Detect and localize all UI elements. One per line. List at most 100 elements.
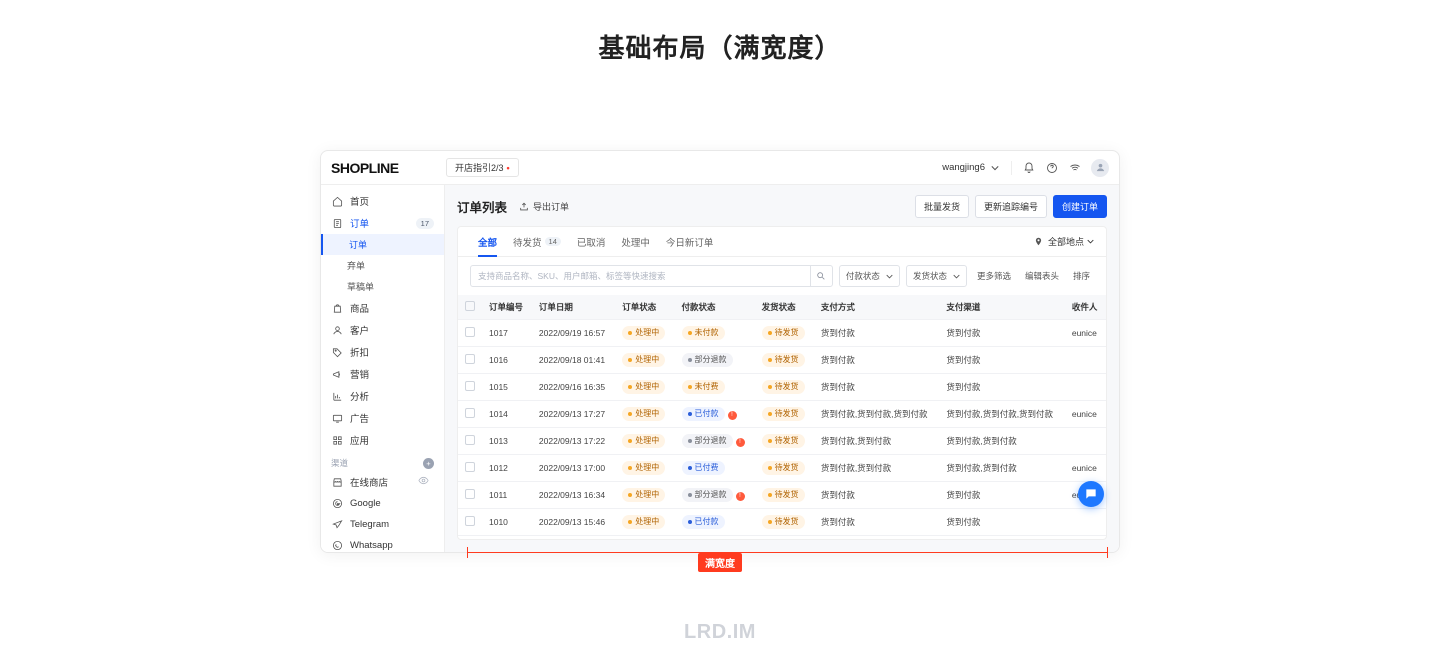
sidebar-item-customers[interactable]: 客户	[321, 319, 444, 341]
row-checkbox[interactable]	[465, 435, 475, 445]
row-checkbox[interactable]	[465, 381, 475, 391]
sidebar-item-home[interactable]: 首页	[321, 190, 444, 212]
main-title: 订单列表	[457, 197, 507, 216]
location-label: 全部地点	[1048, 235, 1084, 248]
eye-icon[interactable]	[413, 475, 434, 489]
edit-header[interactable]: 编辑表头	[1021, 270, 1063, 282]
bell-icon[interactable]	[1022, 161, 1035, 174]
bulk-ship-button[interactable]: 批量发货	[915, 195, 969, 218]
table-wrap[interactable]: 订单编号订单日期订单状态付款状态发货状态支付方式支付渠道收件人 10172022…	[458, 295, 1106, 539]
sidebar-section-label: 渠道+	[321, 451, 444, 471]
row-checkbox[interactable]	[465, 408, 475, 418]
add-channel-icon[interactable]: +	[423, 458, 434, 469]
export-orders[interactable]: 导出订单	[517, 200, 569, 213]
user-name: wangjing6	[942, 162, 985, 173]
status-chip: 待发货	[762, 515, 805, 529]
status-chip: 部分退款	[682, 434, 733, 448]
table-row[interactable]: 10132022/09/13 17:22处理中部分退款!待发货货到付款,货到付款…	[458, 428, 1106, 455]
sidebar-item-label: 广告	[350, 411, 369, 425]
sidebar-item-label: 弃单	[347, 259, 365, 272]
header-actions: 批量发货 更新追踪编号 创建订单	[915, 195, 1107, 218]
cell-order-id: 1010	[482, 509, 532, 536]
tab-处理中[interactable]: 处理中	[613, 227, 658, 256]
cell-ship-status: 待发货	[755, 374, 814, 401]
select-all-checkbox[interactable]	[465, 301, 475, 311]
tab-已取消[interactable]: 已取消	[569, 227, 614, 256]
sidebar-channel-google[interactable]: Google	[321, 493, 444, 514]
status-chip: 处理中	[622, 380, 665, 394]
sidebar-item-ads[interactable]: 广告	[321, 407, 444, 429]
cell-ship-status: 待发货	[755, 428, 814, 455]
cell-recipient: eunice	[1065, 320, 1106, 347]
warn-icon: !	[728, 411, 737, 420]
sidebar-item-sub-orders[interactable]: 订单	[321, 234, 444, 255]
chat-bubble[interactable]	[1078, 481, 1104, 507]
tab-label: 处理中	[621, 235, 650, 249]
chevron-down-icon	[1087, 237, 1094, 247]
avatar[interactable]	[1091, 159, 1109, 177]
sidebar-item-analytics[interactable]: 分析	[321, 385, 444, 407]
row-checkbox[interactable]	[465, 327, 475, 337]
cell-date: 2022/09/19 16:57	[532, 320, 615, 347]
pay-status-select[interactable]: 付款状态	[839, 265, 900, 287]
cell-ship-status: 待发货	[755, 536, 814, 540]
tab-label: 已取消	[577, 235, 606, 249]
ship-status-select[interactable]: 发货状态	[906, 265, 967, 287]
col-header	[458, 295, 482, 320]
tab-全部[interactable]: 全部	[470, 227, 505, 256]
tab-待发货[interactable]: 待发货14	[505, 227, 569, 256]
help-icon[interactable]	[1045, 161, 1058, 174]
sidebar-item-apps[interactable]: 应用	[321, 429, 444, 451]
sidebar-item-products[interactable]: 商品	[321, 297, 444, 319]
cell-order-status: 处理中	[615, 482, 674, 509]
cell-order-id: 1011	[482, 482, 532, 509]
divider	[1011, 161, 1012, 175]
sidebar-item-sub-abandoned[interactable]: 弃单	[321, 255, 444, 276]
row-checkbox[interactable]	[465, 354, 475, 364]
bag-icon	[331, 302, 344, 315]
wifi-icon[interactable]	[1068, 161, 1081, 174]
sort[interactable]: 排序	[1069, 270, 1094, 282]
status-chip: 待发货	[762, 380, 805, 394]
sidebar-item-marketing[interactable]: 营销	[321, 363, 444, 385]
logo-text: O	[349, 160, 359, 176]
cell-order-status: 处理中	[615, 320, 674, 347]
col-header: 订单日期	[532, 295, 615, 320]
search-button[interactable]	[810, 266, 832, 286]
table-row[interactable]: 10112022/09/13 16:34处理中部分退款!待发货货到付款货到付款e…	[458, 482, 1106, 509]
table-row[interactable]: 10142022/09/13 17:27处理中已付款!待发货货到付款,货到付款,…	[458, 401, 1106, 428]
table-row[interactable]: 10122022/09/13 17:00处理中已付费待发货货到付款,货到付款货到…	[458, 455, 1106, 482]
table-row[interactable]: 10102022/09/13 15:46处理中已付款待发货货到付款货到付款	[458, 509, 1106, 536]
table-row[interactable]: 10152022/09/16 16:35处理中未付费待发货货到付款货到付款	[458, 374, 1106, 401]
table-row[interactable]: 10092022/09/13 15:08处理中未付款待发货货到付款货到付款	[458, 536, 1106, 540]
user-menu[interactable]: wangjing6	[942, 161, 1001, 174]
sidebar-channel-whatsapp[interactable]: Whatsapp	[321, 535, 444, 552]
more-filters[interactable]: 更多筛选	[973, 270, 1015, 282]
table-row[interactable]: 10162022/09/18 01:41处理中部分退款待发货货到付款货到付款	[458, 347, 1106, 374]
sidebar-item-discount[interactable]: 折扣	[321, 341, 444, 363]
tab-今日新订单[interactable]: 今日新订单	[658, 227, 722, 256]
row-checkbox[interactable]	[465, 462, 475, 472]
sidebar-channel-online-store[interactable]: 在线商店	[321, 471, 444, 493]
sidebar-item-label: 折扣	[350, 345, 369, 359]
location-filter[interactable]: 全部地点	[1032, 235, 1094, 248]
sidebar-item-orders[interactable]: 订单17	[321, 212, 444, 234]
onboarding-guide-pill[interactable]: 开店指引2/3 •	[446, 158, 519, 177]
update-tracking-button[interactable]: 更新追踪编号	[975, 195, 1047, 218]
status-chip: 处理中	[622, 434, 665, 448]
table-row[interactable]: 10172022/09/19 16:57处理中未付款待发货货到付款货到付款eun…	[458, 320, 1106, 347]
warn-icon: !	[736, 492, 745, 501]
create-order-button[interactable]: 创建订单	[1053, 195, 1107, 218]
status-chip: 待发货	[762, 353, 805, 367]
search-input[interactable]	[471, 271, 810, 281]
row-checkbox[interactable]	[465, 489, 475, 499]
cell-pay-channel: 货到付款	[939, 482, 1065, 509]
status-chip: 待发货	[762, 407, 805, 421]
sidebar-channel-telegram[interactable]: Telegram	[321, 514, 444, 535]
cell-order-id: 1014	[482, 401, 532, 428]
sidebar-item-sub-draft[interactable]: 草稿单	[321, 276, 444, 297]
tab-count: 14	[545, 237, 561, 246]
status-chip: 部分退款	[682, 353, 733, 367]
row-checkbox[interactable]	[465, 516, 475, 526]
cell-order-id: 1017	[482, 320, 532, 347]
